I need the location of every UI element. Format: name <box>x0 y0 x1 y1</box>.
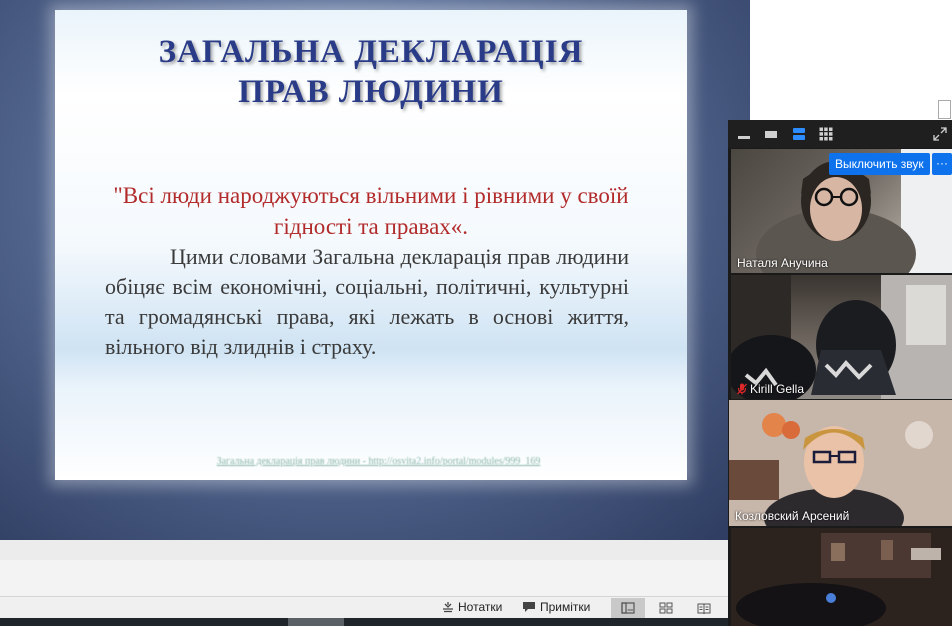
participant-name: Козловский Арсений <box>735 509 849 523</box>
slide-background: ЗАГАЛЬНА ДЕКЛАРАЦІЯ ПРАВ ЛЮДИНИ "Всі люд… <box>0 0 750 540</box>
taskbar-thumb[interactable] <box>288 618 344 626</box>
participant-video-2 <box>731 275 952 399</box>
mute-participant-button[interactable]: Выключить звук <box>829 153 930 175</box>
participant-video-4 <box>731 528 952 626</box>
slide-sorter-button[interactable] <box>649 598 683 618</box>
normal-view-button[interactable] <box>611 598 645 618</box>
taskbar-strip <box>0 618 728 626</box>
single-view-icon[interactable] <box>763 127 779 141</box>
participant-video-3 <box>729 400 952 526</box>
presentation-slide: ЗАГАЛЬНА ДЕКЛАРАЦІЯ ПРАВ ЛЮДИНИ "Всі люд… <box>55 10 687 480</box>
participant-name: Наталя Анучина <box>737 256 828 270</box>
video-panel-toolbar <box>728 120 952 148</box>
notes-icon <box>443 602 453 613</box>
participant-name-label: Козловский Арсений <box>735 509 850 523</box>
participant-tile[interactable]: Выключить звук ··· Наталя Анучина <box>731 149 952 273</box>
reading-view-button[interactable] <box>687 598 721 618</box>
participant-tile[interactable] <box>731 528 952 626</box>
window-background <box>750 0 952 120</box>
scrollbar-thumb[interactable] <box>938 100 951 119</box>
gallery-view-icon[interactable] <box>818 127 834 141</box>
book-icon <box>697 603 711 614</box>
status-bar: Нотатки Примітки <box>0 596 728 619</box>
fullscreen-icon[interactable] <box>932 127 948 141</box>
comments-button[interactable]: Примітки <box>522 600 590 614</box>
participant-tile-active-speaker[interactable]: Козловский Арсений <box>729 400 952 526</box>
strip-view-icon[interactable] <box>791 127 807 141</box>
participant-name-label: Наталя Анучина <box>737 256 828 270</box>
slide-title-line-2: ПРАВ ЛЮДИНИ <box>238 74 504 110</box>
slide-body-text: Цими словами Загальна декларація прав лю… <box>105 244 629 359</box>
slide-quote: "Всі люди народжуються вільними і рівним… <box>113 183 629 239</box>
participant-name-label: Kirill Gella <box>750 382 805 396</box>
grid-view-icon <box>659 602 673 614</box>
video-participants-panel: Выключить звук ··· Наталя Анучина Kirill… <box>728 120 952 626</box>
normal-view-icon <box>621 602 635 614</box>
notes-label: Нотатки <box>458 600 503 614</box>
notes-panel[interactable] <box>0 560 728 596</box>
slide-source-link[interactable]: Загальна декларація прав людини - http:/… <box>130 456 627 467</box>
slide-scroll-strip <box>0 540 728 561</box>
more-options-button[interactable]: ··· <box>932 153 952 175</box>
participant-tile[interactable]: Kirill Gella <box>731 275 952 399</box>
participant-name: Kirill Gella <box>737 382 804 396</box>
muted-mic-icon <box>737 383 747 395</box>
slide-title: ЗАГАЛЬНА ДЕКЛАРАЦІЯ ПРАВ ЛЮДИНИ <box>55 32 687 112</box>
comments-label: Примітки <box>540 600 591 614</box>
notes-button[interactable]: Нотатки <box>442 600 502 614</box>
slide-title-line-1: ЗАГАЛЬНА ДЕКЛАРАЦІЯ <box>158 34 584 70</box>
comment-icon <box>523 602 535 612</box>
minimize-icon[interactable] <box>736 127 752 141</box>
